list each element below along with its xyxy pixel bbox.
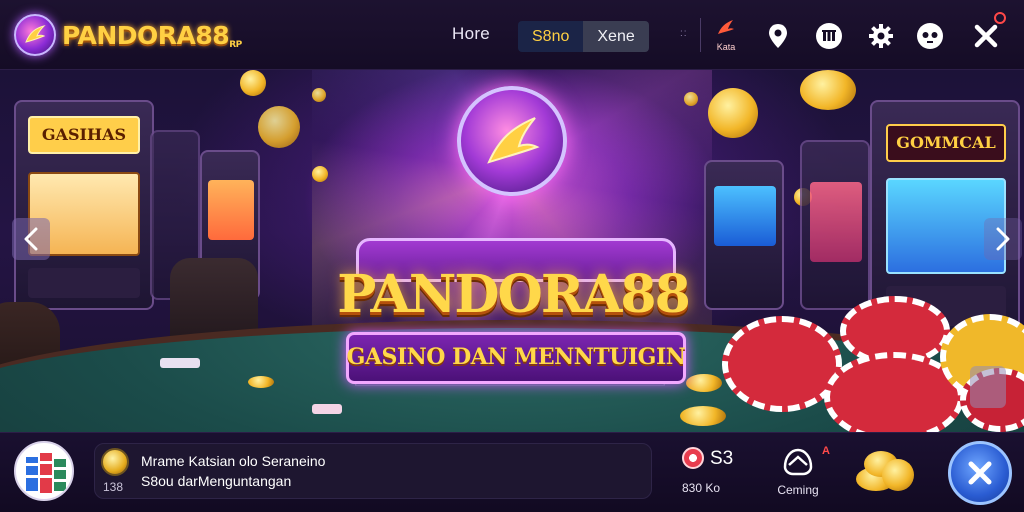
kata-label: Kata [716,42,736,52]
table-coin [686,374,722,392]
face-icon[interactable] [916,22,944,50]
top-bar: PANDORA88RP Hore S8no Xene :: Kata [0,0,1024,70]
card [312,404,342,414]
mode-toggle-inactive[interactable]: Xene [583,21,649,52]
coin [882,459,914,491]
slot-sign-left: GASIHAS [28,116,140,154]
coin-avatar-icon [101,448,129,476]
coins-stack-icon[interactable] [856,445,916,495]
table-coin [680,406,726,426]
floating-coin [312,166,328,182]
slot-screen [714,186,776,246]
floating-coin [240,70,266,96]
hero-emblem-icon [457,86,567,196]
bottom-bar: 138 Mrame Katsian olo Seraneino S8ou dar… [0,432,1024,512]
bird-icon [718,20,734,34]
message-line-1: Mrame Katsian olo Seraneino [141,453,326,469]
logo-text: PANDORA88RP [62,20,242,50]
hero-tagline: GASINO DAN MENNTUIGIN [346,344,686,370]
hero-brand-title: PANDORA88 [337,264,691,325]
carousel-next-button[interactable] [984,218,1022,260]
floating-coin [800,70,856,110]
message-time: 138 [103,480,124,494]
nav-home-link[interactable]: Hore [452,24,490,44]
slot-machine-left: GASIHAS [14,100,154,310]
kata-button[interactable]: Kata [712,18,740,52]
gaming-button[interactable]: A Ceming [770,443,830,503]
floating-coin [258,106,300,148]
gaming-badge: A [822,445,830,457]
slot-screen [810,182,862,262]
balance-value: S3 [710,448,734,469]
message-card[interactable]: 138 Mrame Katsian olo Seraneino S8ou dar… [94,443,652,499]
mode-toggle-active[interactable]: S8no [518,21,584,52]
helmet-icon [783,448,813,476]
close-button[interactable] [948,441,1012,505]
divider [700,18,701,52]
floating-coin [708,88,758,138]
brand-logo[interactable]: PANDORA88RP [14,14,242,56]
more-dots-icon[interactable]: :: [680,28,688,39]
location-pin-icon[interactable] [764,22,792,50]
hero-banner: GASIHAS GOMMCAL PANDORA88 GASINO DAN MEN… [0,70,1024,432]
carousel-prev-button[interactable] [12,218,50,260]
ceiling-light [684,92,698,106]
target-chip-icon [682,447,704,469]
close-icon[interactable] [972,22,1000,50]
gaming-label: Ceming [777,483,819,497]
gear-icon[interactable] [867,22,895,50]
slot-sign-right: GOMMCAL [886,124,1006,162]
mode-toggle: S8no Xene [518,21,649,52]
table-coin [248,376,274,388]
slot-screen [208,180,254,240]
notification-badge [994,12,1006,24]
wallet-icon[interactable] [815,22,843,50]
phoenix-emblem-icon [14,14,56,56]
slot-panel-left [28,268,140,298]
chip-stack-icon[interactable] [14,441,74,501]
slot-machine-right-back [800,140,870,310]
hero-title-plate: PANDORA88 GASINO DAN MENNTUIGIN [308,238,718,384]
message-line-2: S8ou darMenguntangan [141,473,292,489]
card-stack [160,358,200,368]
app-root: PANDORA88RP Hore S8no Xene :: Kata GASIH… [0,0,1024,512]
ceiling-light [312,88,326,102]
carousel-scroll-button[interactable] [970,366,1006,408]
close-x-icon [968,461,992,485]
balance-sub: 830 Ko [682,481,721,495]
